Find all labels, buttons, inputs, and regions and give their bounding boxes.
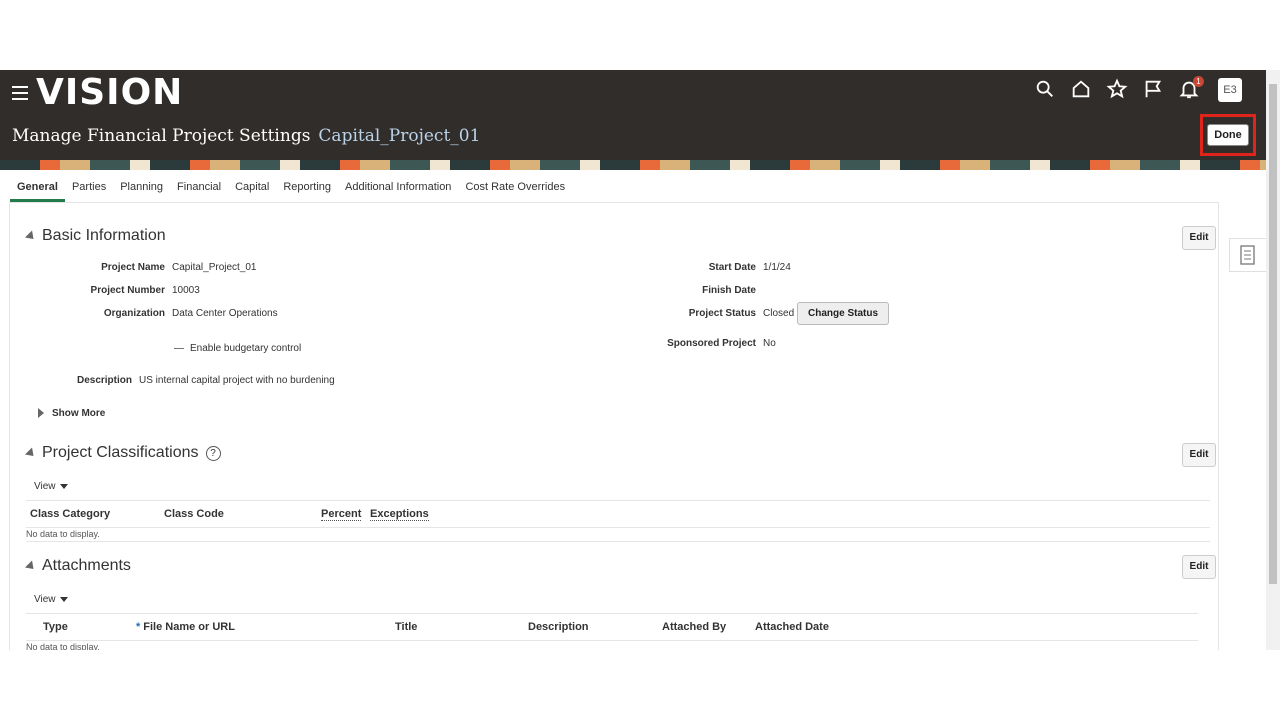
col-file-name[interactable]: * File Name or URL xyxy=(136,621,235,633)
collapse-icon[interactable] xyxy=(24,559,38,573)
sponsored-project-value: No xyxy=(763,338,776,349)
sponsored-project-label: Sponsored Project xyxy=(667,338,756,349)
col-class-category[interactable]: Class Category xyxy=(30,508,110,520)
col-title[interactable]: Title xyxy=(395,621,417,633)
done-button[interactable]: Done xyxy=(1207,124,1249,146)
user-avatar[interactable]: E3 xyxy=(1218,78,1242,102)
col-description[interactable]: Description xyxy=(528,621,589,633)
organization-value: Data Center Operations xyxy=(172,308,278,319)
attachments-table-header: Type * File Name or URL Title Description… xyxy=(26,613,1198,641)
required-mark: * xyxy=(136,621,141,633)
classifications-table-header: Class Category Class Code Percent Except… xyxy=(26,500,1210,528)
expand-icon xyxy=(38,408,44,419)
document-icon xyxy=(1240,245,1255,265)
classifications-title: Project Classifications xyxy=(42,444,199,461)
classifications-view-menu[interactable]: View xyxy=(34,481,68,492)
tab-bar: General Parties Planning Financial Capit… xyxy=(10,174,572,202)
flag-icon[interactable] xyxy=(1142,78,1166,102)
col-class-code[interactable]: Class Code xyxy=(164,508,224,520)
page-title: Manage Financial Project Settings Capital… xyxy=(12,126,480,146)
tab-capital[interactable]: Capital xyxy=(228,174,276,202)
attachments-header[interactable]: Attachments xyxy=(24,557,131,575)
vision-logo: VISION xyxy=(36,72,184,113)
side-panel-tool[interactable] xyxy=(1229,238,1267,272)
finish-date-label: Finish Date xyxy=(702,285,756,296)
tab-general[interactable]: General xyxy=(10,174,65,202)
organization-label: Organization xyxy=(103,308,165,319)
notification-badge: 1 xyxy=(1193,76,1204,87)
tab-reporting[interactable]: Reporting xyxy=(276,174,338,202)
tab-parties[interactable]: Parties xyxy=(65,174,113,202)
attachments-no-data: No data to display. xyxy=(26,642,100,650)
basic-edit-button[interactable]: Edit xyxy=(1182,226,1216,250)
start-date-label: Start Date xyxy=(708,262,756,273)
col-attached-by[interactable]: Attached By xyxy=(662,621,726,633)
basic-information-header[interactable]: Basic Information xyxy=(24,227,166,245)
done-highlight: Done xyxy=(1200,114,1256,156)
vertical-scrollbar[interactable] xyxy=(1266,70,1280,650)
project-name-value: Capital_Project_01 xyxy=(172,262,257,273)
project-number-label: Project Number xyxy=(90,285,165,296)
attachments-edit-button[interactable]: Edit xyxy=(1182,555,1216,579)
view-label: View xyxy=(34,594,56,605)
tab-cost-rate-overrides[interactable]: Cost Rate Overrides xyxy=(458,174,572,202)
tab-planning[interactable]: Planning xyxy=(113,174,170,202)
show-more-label: Show More xyxy=(52,408,106,419)
classifications-no-data: No data to display. xyxy=(26,529,100,539)
page-title-text: Manage Financial Project Settings xyxy=(12,126,311,146)
tab-financial[interactable]: Financial xyxy=(170,174,228,202)
project-name-title: Capital_Project_01 xyxy=(318,126,481,146)
header-icons: 1 E3 xyxy=(1022,76,1242,102)
view-label: View xyxy=(34,481,56,492)
decorative-banner xyxy=(0,160,1266,170)
tab-additional-information[interactable]: Additional Information xyxy=(338,174,458,202)
description-value: US internal capital project with no burd… xyxy=(139,375,335,386)
classifications-header[interactable]: Project Classifications ? xyxy=(24,444,221,462)
project-name-label: Project Name xyxy=(101,262,165,273)
project-status-value: Closed xyxy=(763,308,795,319)
home-icon[interactable] xyxy=(1070,78,1094,102)
caret-down-icon xyxy=(59,484,68,489)
caret-down-icon xyxy=(59,597,68,602)
attachments-title: Attachments xyxy=(42,557,131,574)
basic-information-title: Basic Information xyxy=(42,227,166,244)
general-panel: Basic Information Edit Project Name Capi… xyxy=(9,202,1219,650)
show-more-toggle[interactable]: Show More xyxy=(38,408,105,419)
app-window: VISION 1 E3 Manage Financial Project Set… xyxy=(0,70,1280,650)
col-exceptions[interactable]: Exceptions xyxy=(370,508,429,521)
classifications-edit-button[interactable]: Edit xyxy=(1182,443,1216,467)
budgetary-checkbox-icon xyxy=(174,347,184,349)
col-file-name-label: File Name or URL xyxy=(143,621,235,633)
col-attached-date[interactable]: Attached Date xyxy=(755,621,829,633)
project-status-label: Project Status xyxy=(688,308,756,319)
description-label: Description xyxy=(76,375,132,386)
project-number-value: 10003 xyxy=(172,285,200,296)
start-date-value: 1/1/24 xyxy=(763,262,791,273)
star-icon[interactable] xyxy=(1106,78,1130,102)
col-type[interactable]: Type xyxy=(43,621,68,633)
global-header: VISION 1 E3 Manage Financial Project Set… xyxy=(0,70,1266,160)
scroll-thumb[interactable] xyxy=(1269,84,1277,584)
budgetary-control: Enable budgetary control xyxy=(174,343,301,354)
collapse-icon[interactable] xyxy=(24,229,38,243)
menu-icon[interactable] xyxy=(12,86,28,100)
classifications-divider xyxy=(26,541,1210,542)
col-percent[interactable]: Percent xyxy=(321,508,362,521)
attachments-view-menu[interactable]: View xyxy=(34,594,68,605)
change-status-button[interactable]: Change Status xyxy=(797,302,890,325)
bell-icon[interactable]: 1 xyxy=(1178,76,1204,102)
help-icon[interactable]: ? xyxy=(205,445,221,461)
collapse-icon[interactable] xyxy=(24,446,38,460)
budgetary-control-label: Enable budgetary control xyxy=(190,343,302,354)
search-icon[interactable] xyxy=(1034,78,1058,102)
